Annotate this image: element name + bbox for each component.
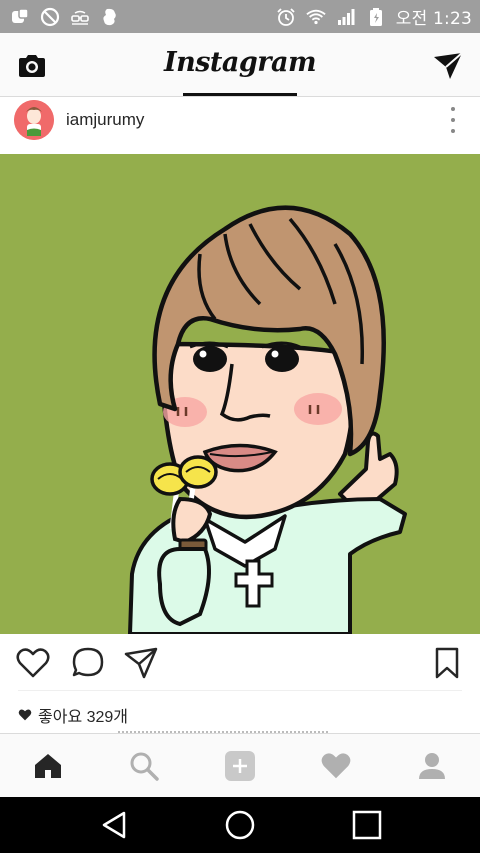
bookmark-icon[interactable]	[430, 646, 464, 680]
app-header: Instagram	[0, 33, 480, 97]
actions-divider	[18, 690, 462, 691]
recents-icon[interactable]	[351, 809, 383, 841]
status-time: 오전 1:23	[395, 9, 472, 29]
app-title: Instagram	[163, 47, 317, 78]
app-icon	[100, 7, 120, 27]
signal-icon	[336, 7, 356, 27]
post-header: iamjurumy	[0, 97, 480, 154]
back-icon[interactable]	[98, 809, 130, 841]
likes-count[interactable]: 좋아요 329개	[18, 703, 128, 727]
profile-icon[interactable]	[416, 750, 448, 782]
more-options-icon[interactable]	[448, 107, 458, 133]
android-nav-bar	[0, 797, 480, 853]
search-icon[interactable]	[128, 750, 160, 782]
status-right-icons: 오전 1:23	[276, 4, 472, 29]
direct-message-icon[interactable]	[432, 51, 464, 81]
media-icon	[10, 7, 30, 27]
status-left-icons	[10, 7, 120, 27]
post-image[interactable]	[0, 154, 480, 634]
caricature-illustration	[0, 154, 480, 634]
add-icon[interactable]	[224, 750, 256, 782]
status-bar: 오전 1:23	[0, 0, 480, 33]
post-actions	[0, 634, 480, 692]
heart-icon[interactable]	[16, 646, 50, 680]
comment-icon[interactable]	[71, 646, 105, 680]
post-username[interactable]: iamjurumy	[66, 110, 144, 130]
home-icon[interactable]	[32, 750, 64, 782]
glasses-icon	[70, 7, 90, 27]
home-circle-icon[interactable]	[224, 809, 256, 841]
wifi-icon	[306, 7, 326, 27]
do-not-disturb-icon	[40, 7, 60, 27]
small-heart-icon	[18, 709, 32, 721]
likes-text: 좋아요 329개	[38, 709, 129, 726]
share-icon[interactable]	[124, 646, 158, 680]
bottom-tab-bar	[0, 733, 480, 797]
battery-icon	[366, 7, 386, 27]
alarm-icon	[276, 7, 296, 27]
profile-avatar[interactable]	[14, 100, 54, 140]
activity-heart-icon[interactable]	[320, 750, 352, 782]
title-underline	[183, 93, 297, 96]
